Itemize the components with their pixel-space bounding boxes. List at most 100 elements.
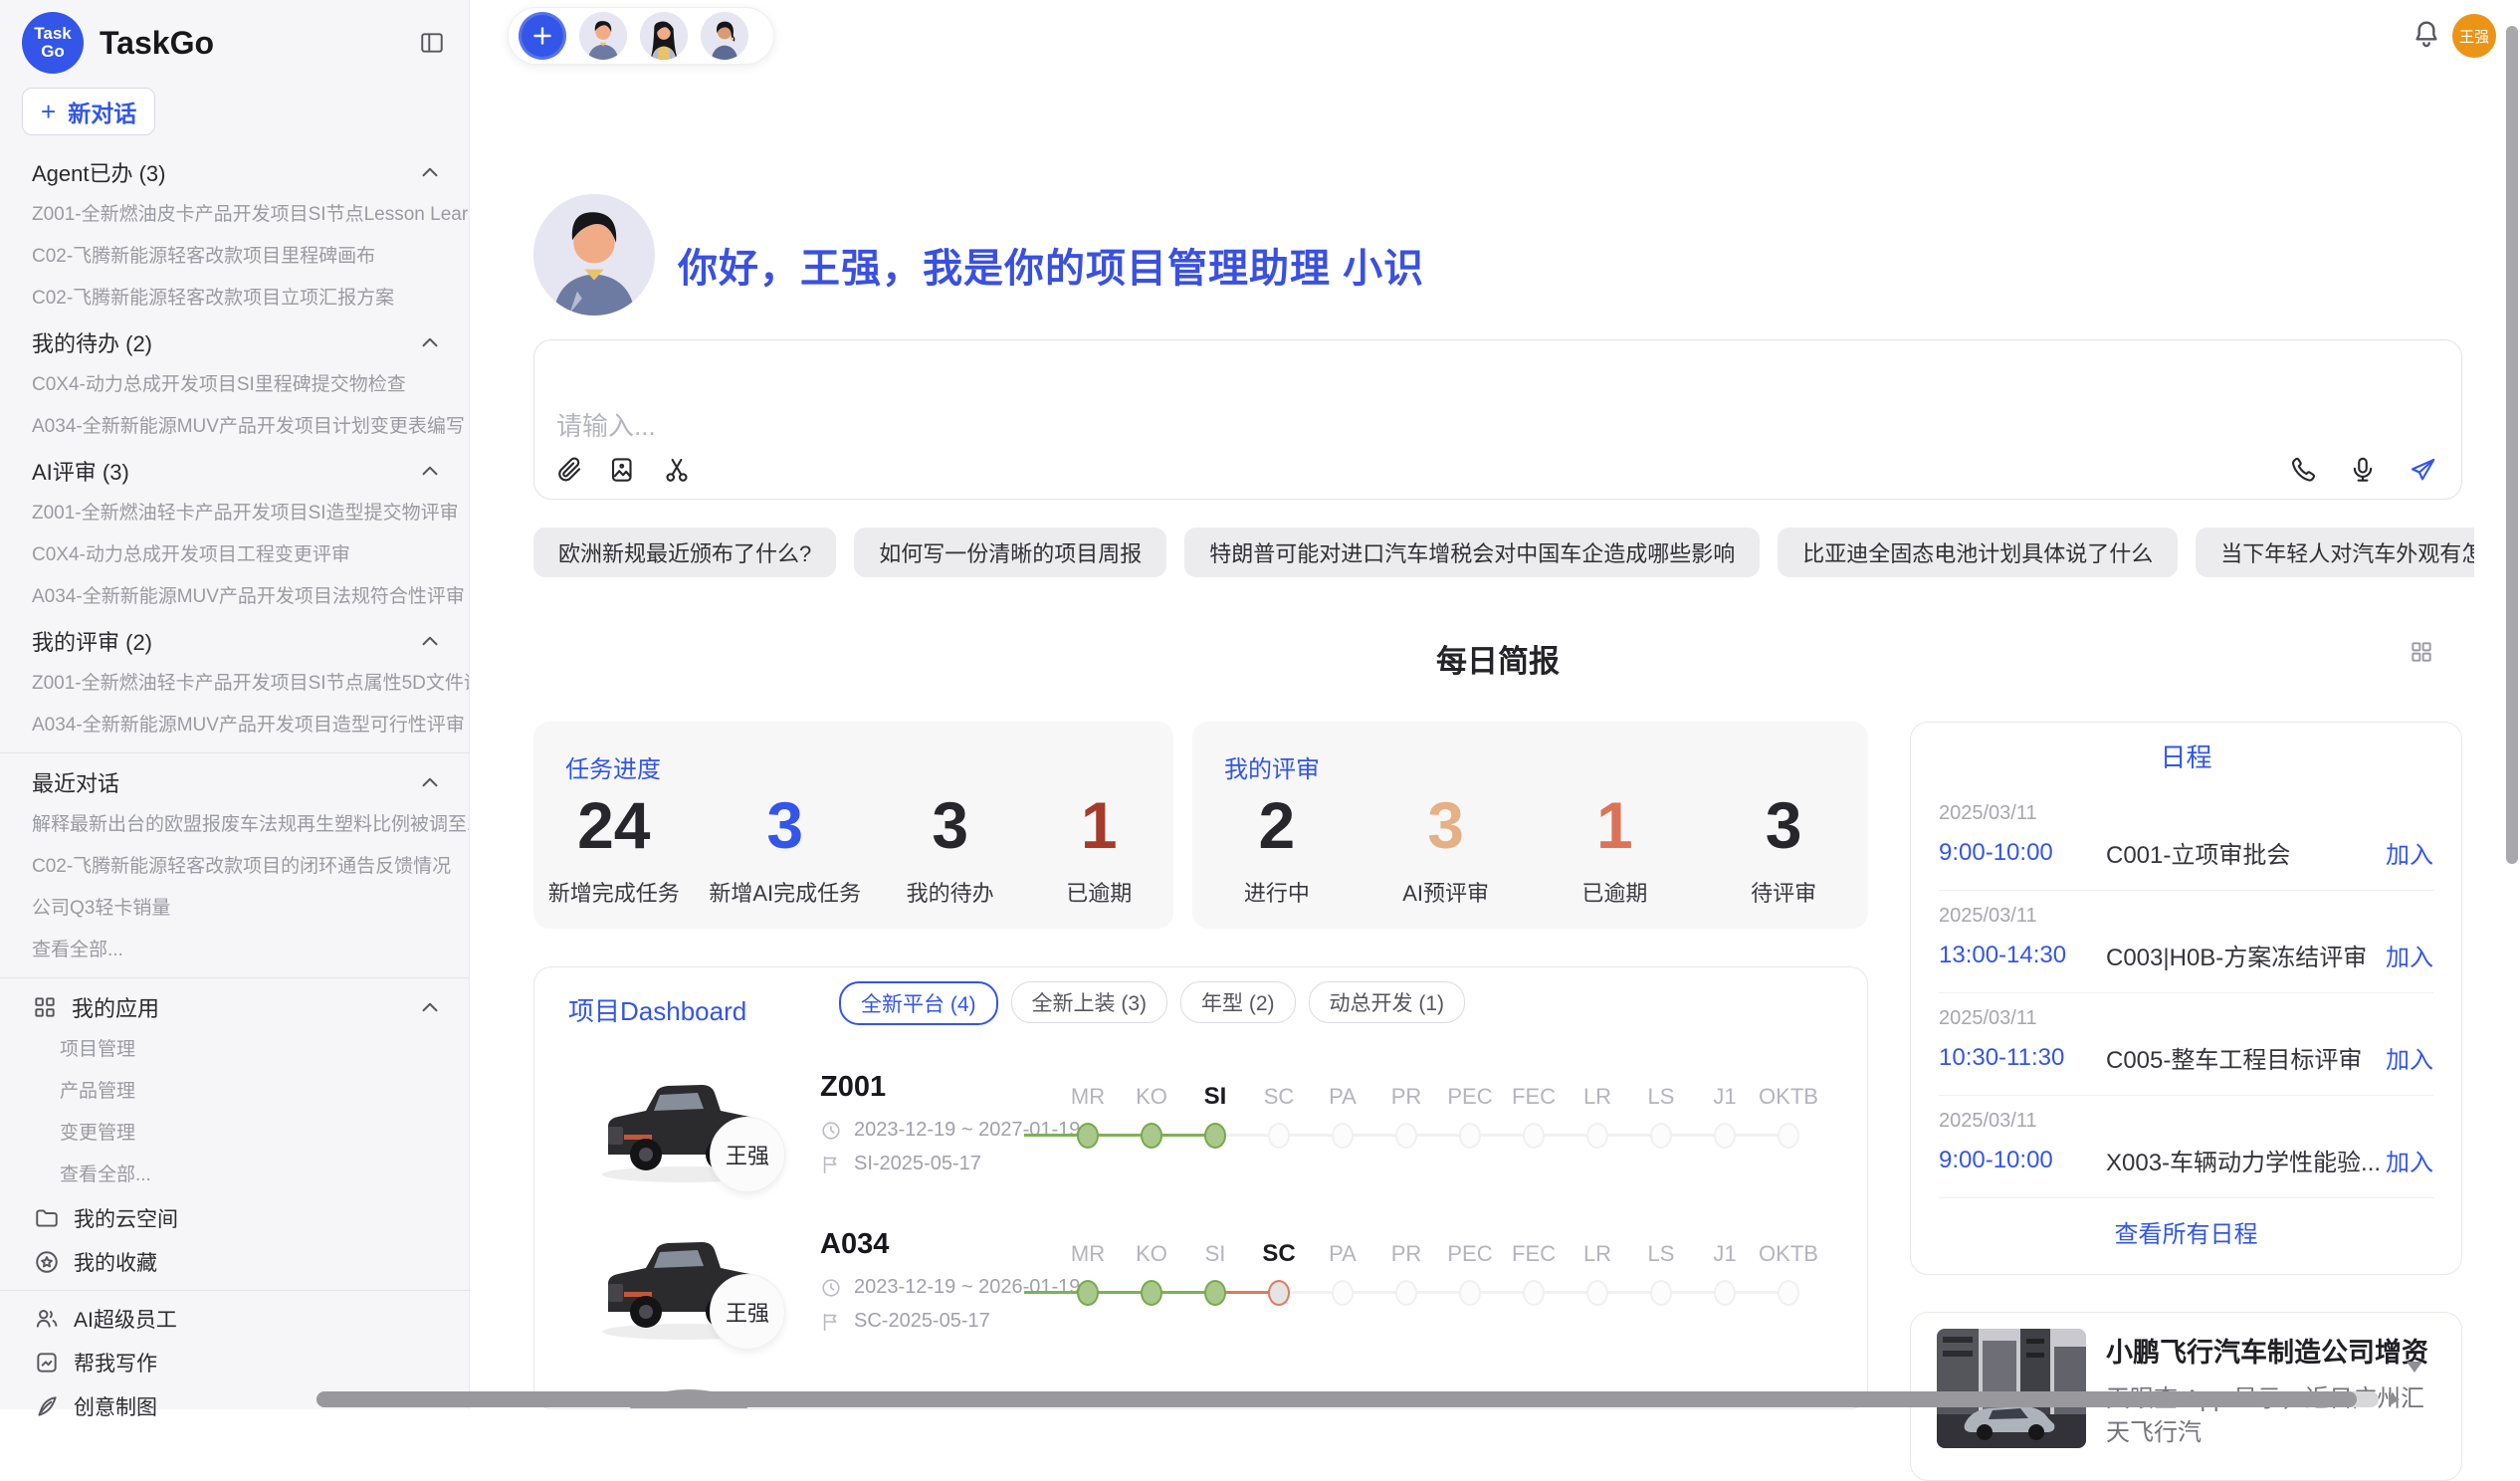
milestone-timeline: MR KO SI SC PA: [1056, 1083, 1820, 1149]
user-avatar[interactable]: 王强: [2452, 14, 2496, 58]
view-all-schedule-link[interactable]: 查看所有日程: [1911, 1198, 2461, 1264]
sidebar-task-item[interactable]: A034-全新新能源MUV产品开发项目造型可行性评审: [0, 705, 469, 746]
suggestion-chip[interactable]: 当下年轻人对汽车外观有怎样的喜好趋势: [2196, 528, 2474, 577]
ai-employee-label: AI超级员工: [74, 1304, 177, 1334]
milestone-label: PA: [1311, 1083, 1374, 1111]
milestone-label: PEC: [1438, 1083, 1502, 1111]
section-header-agent-done[interactable]: Agent已办 (3): [0, 149, 469, 194]
join-button[interactable]: 加入: [2386, 938, 2433, 972]
project-milestone-date: SC-2025-05-17: [854, 1310, 990, 1333]
greeting-text: 你好，王强，我是你的项目管理助理 小识: [678, 236, 1424, 294]
join-button[interactable]: 加入: [2386, 1040, 2433, 1075]
recent-chat-item[interactable]: 查看全部...: [0, 930, 469, 971]
milestone-dot: [1650, 1280, 1672, 1306]
schedule-card: 日程 2025/03/11 9:00-10:00 C001-立项审批会 加入 2…: [1910, 722, 2462, 1275]
new-chat-button[interactable]: + 新对话: [22, 88, 155, 135]
sidebar-task-item[interactable]: C02-飞腾新能源轻客改款项目里程碑画布: [0, 236, 469, 278]
agent-avatar-2[interactable]: [640, 12, 688, 60]
composer-input[interactable]: 请输入...: [556, 406, 656, 443]
sidebar-item-favorites[interactable]: 我的收藏: [0, 1240, 469, 1284]
stat-label: 待评审: [1724, 876, 1843, 908]
milestone: FEC: [1502, 1083, 1566, 1149]
filter-chip[interactable]: 全新上装 (3): [1011, 981, 1168, 1023]
milestone-dot: [1204, 1123, 1226, 1149]
section-header-recent-chats[interactable]: 最近对话: [0, 759, 469, 804]
clock-icon: [820, 1120, 842, 1142]
sidebar-task-item[interactable]: Z001-全新燃油轻卡产品开发项目SI节点属性5D文件评审: [0, 663, 469, 705]
add-agent-button[interactable]: [519, 12, 566, 60]
section-title: 我的评审 (2): [32, 625, 152, 657]
join-button[interactable]: 加入: [2386, 835, 2433, 870]
milestone-label: MR: [1056, 1083, 1120, 1111]
section-my-todo: 我的待办 (2) C0X4-动力总成开发项目SI里程碑提交物检查A034-全新新…: [0, 319, 469, 448]
recent-chat-item[interactable]: 解释最新出台的欧盟报废车法规再生塑料比例被调至15%...: [0, 804, 469, 846]
milestone-label: LR: [1566, 1083, 1629, 1111]
section-header-ai-review[interactable]: AI评审 (3): [0, 448, 469, 493]
section-header-my-apps[interactable]: 我的应用: [0, 984, 469, 1029]
horizontal-scrollbar-thumb[interactable]: [316, 1391, 2357, 1407]
app-link[interactable]: 变更管理: [0, 1113, 469, 1155]
milestone-label: SI: [1183, 1240, 1247, 1268]
attach-button[interactable]: [552, 453, 586, 487]
city-car-illustration: [1937, 1329, 2086, 1448]
milestone-label: OKTB: [1757, 1083, 1820, 1111]
milestone: MR: [1056, 1240, 1120, 1306]
join-button[interactable]: 加入: [2386, 1143, 2433, 1177]
suggestion-chip[interactable]: 比亚迪全固态电池计划具体说了什么: [1778, 528, 2178, 577]
image-button[interactable]: [606, 453, 640, 487]
vertical-scrollbar[interactable]: [2506, 26, 2518, 864]
milestone: PA: [1311, 1240, 1374, 1306]
agent-avatar-1[interactable]: [579, 12, 627, 60]
voice-button[interactable]: [2346, 453, 2380, 487]
project-row[interactable]: 王强 Z001 2023-12-19 ~ 2027-01-19 SI-2025-…: [534, 1053, 1868, 1210]
milestone-label: PR: [1374, 1240, 1438, 1268]
call-button[interactable]: [2286, 453, 2320, 487]
sidebar-item-ai-employee[interactable]: AI超级员工: [0, 1297, 469, 1341]
sidebar-task-item[interactable]: Z001-全新燃油皮卡产品开发项目SI节点Lesson Learn报告: [0, 194, 469, 236]
filter-chip[interactable]: 全新平台 (4): [839, 981, 998, 1025]
stat-value: 2: [1217, 792, 1337, 858]
stat-label: 我的待办: [891, 876, 1010, 908]
sidebar-task-item[interactable]: Z001-全新燃油轻卡产品开发项目SI造型提交物评审: [0, 493, 469, 534]
sidebar-task-item[interactable]: A034-全新新能源MUV产品开发项目法规符合性评审: [0, 576, 469, 618]
send-button[interactable]: [2406, 453, 2439, 487]
suggestion-chip[interactable]: 欧洲新规最近颁布了什么?: [533, 528, 836, 577]
app-link[interactable]: 项目管理: [0, 1029, 469, 1071]
filter-chip[interactable]: 动总开发 (1): [1309, 981, 1466, 1023]
milestone-dot: [1332, 1123, 1354, 1149]
suggestion-chip[interactable]: 如何写一份清晰的项目周报: [854, 528, 1166, 577]
scissors-button[interactable]: [660, 453, 694, 487]
recent-chat-item[interactable]: 公司Q3轻卡销量: [0, 888, 469, 930]
briefing-layout-button[interactable]: [2409, 639, 2438, 669]
suggestion-chip[interactable]: 特朗普可能对进口汽车增税会对中国车企造成哪些影响: [1184, 528, 1760, 577]
milestone-dot: [1332, 1280, 1354, 1306]
composer-left-tools: [552, 453, 694, 487]
recent-chat-item[interactable]: C02-飞腾新能源轻客改款项目的闭环通告反馈情况: [0, 846, 469, 888]
project-date-range: 2023-12-19 ~ 2027-01-19: [854, 1119, 1080, 1142]
milestone: PA: [1311, 1083, 1374, 1149]
sidebar-item-help-write[interactable]: 帮我写作: [0, 1341, 469, 1384]
sidebar-task-item[interactable]: C0X4-动力总成开发项目工程变更评审: [0, 534, 469, 576]
schedule-event-title: C001-立项审批会: [2106, 835, 2386, 870]
project-dashboard-card: 项目Dashboard 全新平台 (4) 全新上装 (3) 年型 (2) 动总开…: [533, 966, 1868, 1409]
sidebar-collapse-button[interactable]: [415, 26, 449, 60]
sidebar-item-cloud-space[interactable]: 我的云空间: [0, 1196, 469, 1240]
app-link[interactable]: 查看全部...: [0, 1155, 469, 1196]
section-header-my-todo[interactable]: 我的待办 (2): [0, 319, 469, 364]
sidebar-task-item[interactable]: A034-全新新能源MUV产品开发项目计划变更表编写: [0, 406, 469, 448]
agent-quick-bar: [508, 7, 774, 65]
project-row[interactable]: 王强 A034 2023-12-19 ~ 2026-01-19 SC-2025-…: [534, 1210, 1868, 1368]
notifications-button[interactable]: [2411, 18, 2442, 50]
filter-chip[interactable]: 年型 (2): [1180, 981, 1296, 1023]
agent-avatar-3[interactable]: [701, 12, 748, 60]
sidebar-task-item[interactable]: C0X4-动力总成开发项目SI里程碑提交物检查: [0, 364, 469, 406]
section-header-my-review[interactable]: 我的评审 (2): [0, 618, 469, 663]
app-link[interactable]: 产品管理: [0, 1071, 469, 1113]
sidebar-task-item[interactable]: C02-飞腾新能源轻客改款项目立项汇报方案: [0, 278, 469, 319]
scroll-right-arrow[interactable]: [2389, 1392, 2400, 1406]
paperclip-icon: [554, 455, 584, 485]
schedule-row: 2025/03/11 10:30-11:30 C005-整车工程目标评审 加入: [1939, 993, 2433, 1096]
scroll-down-arrow[interactable]: [2407, 1362, 2422, 1373]
milestone: SC: [1247, 1240, 1311, 1306]
stat: 3 我的待办: [891, 792, 1010, 908]
